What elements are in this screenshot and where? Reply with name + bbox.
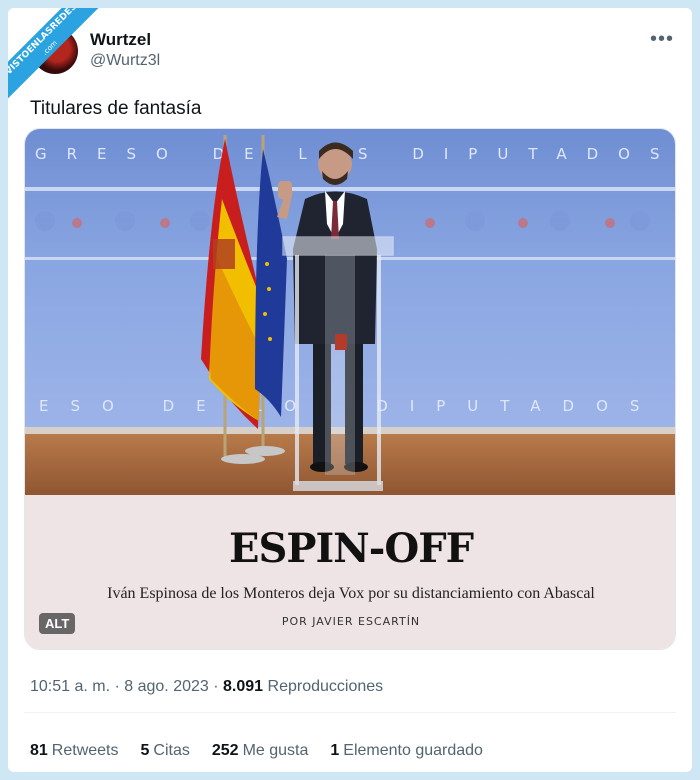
likes-count: 252 (211, 742, 239, 759)
bookmarks-label: Elemento guardado (343, 742, 483, 759)
view-count: 8.091 (223, 678, 264, 695)
article-subheadline: Iván Espinosa de los Monteros deja Vox p… (107, 585, 595, 602)
bookmarks-stat[interactable]: 1 Elemento guardado (330, 742, 483, 760)
backdrop-text-top: GRESO DE LOS DIPUTADOS (35, 145, 676, 163)
bookmarks-count: 1 (330, 742, 340, 759)
author-handle[interactable]: @Wurtz3l (90, 52, 160, 70)
view-label: Reproducciones (267, 678, 384, 695)
author-name[interactable]: Wurtzel (90, 30, 151, 50)
quotes-label: Citas (153, 742, 190, 759)
retweets-count: 81 (30, 742, 48, 759)
tweet-media[interactable]: GRESO DE LOS DIPUTADOS ESO DE LOS DIPUTA… (24, 128, 676, 650)
tweet-text: Titulares de fantasía (30, 98, 202, 119)
alt-text-button[interactable]: ALT (39, 613, 76, 634)
article-headline: ESPIN-OFF (229, 525, 474, 572)
tweet-date[interactable]: 8 ago. 2023 (124, 678, 209, 695)
tweet-time[interactable]: 10:51 a. m. (30, 678, 110, 695)
tweet-card: VISTOENLASREDES .com Wurtzel @Wurtz3l ••… (8, 8, 692, 772)
tweet-metadata: 10:51 a. m. · 8 ago. 2023 · 8.091 Reprod… (30, 678, 384, 695)
quotes-stat[interactable]: 5 Citas (141, 742, 190, 760)
engagement-stats: 81 Retweets 5 Citas 252 Me gusta 1 Elemento … (30, 742, 483, 760)
divider (24, 712, 676, 713)
article-caption: ESPIN-OFF Iván Espinosa de los Monteros … (25, 495, 675, 649)
retweets-stat[interactable]: 81 Retweets (30, 742, 119, 760)
retweets-label: Retweets (51, 742, 119, 759)
press-photo: GRESO DE LOS DIPUTADOS ESO DE LOS DIPUTA… (25, 129, 676, 495)
more-horizontal-icon[interactable]: ••• (650, 28, 674, 51)
likes-label: Me gusta (242, 742, 309, 759)
likes-stat[interactable]: 252 Me gusta (212, 742, 309, 760)
article-byline: POR JAVIER ESCARTÍN (281, 615, 421, 628)
quotes-count: 5 (140, 742, 150, 759)
